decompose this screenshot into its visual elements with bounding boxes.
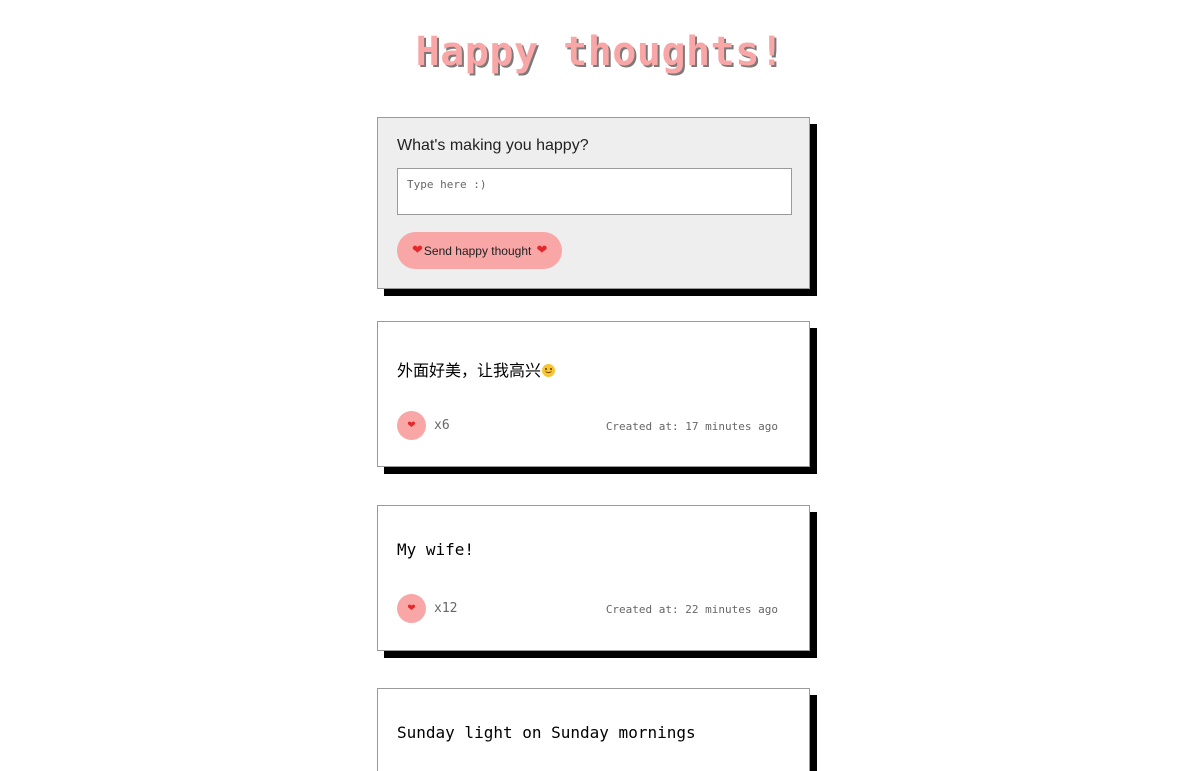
thought-text: 外面好美，让我高兴 [397,357,556,381]
like-count: x12 [434,601,458,616]
thought-card: My wife! ❤ x12 Created at: 22 minutes ag… [377,505,810,651]
like-count: x6 [434,418,450,433]
like-button[interactable]: ❤ [397,594,426,623]
heart-icon: ❤ [412,243,423,258]
page-title: Happy thoughts! [415,29,785,75]
like-button[interactable]: ❤ [397,411,426,440]
thought-input[interactable] [397,168,792,215]
thought-card: 外面好美，让我高兴 ❤ x6 Created at: 17 minutes ag… [377,321,810,467]
thought-card: Sunday light on Sunday mornings [377,688,810,771]
send-thought-button[interactable]: ❤ Send happy thought ❤ [397,232,563,269]
smiling-face-icon [542,364,556,377]
heart-icon: ❤ [532,243,548,258]
thought-message: 外面好美，让我高兴 [397,361,542,380]
heart-icon: ❤ [407,602,416,614]
thought-message: Sunday light on Sunday mornings [397,723,696,742]
created-time: Created at: 22 minutes ago [605,603,778,616]
heart-icon: ❤ [407,419,416,431]
send-button-label: Send happy thought [423,243,532,258]
thought-message: My wife! [397,540,475,559]
form-prompt: What's making you happy? [397,137,589,154]
created-time: Created at: 17 minutes ago [605,420,778,433]
new-thought-form: What's making you happy? ❤ Send happy th… [377,117,810,289]
